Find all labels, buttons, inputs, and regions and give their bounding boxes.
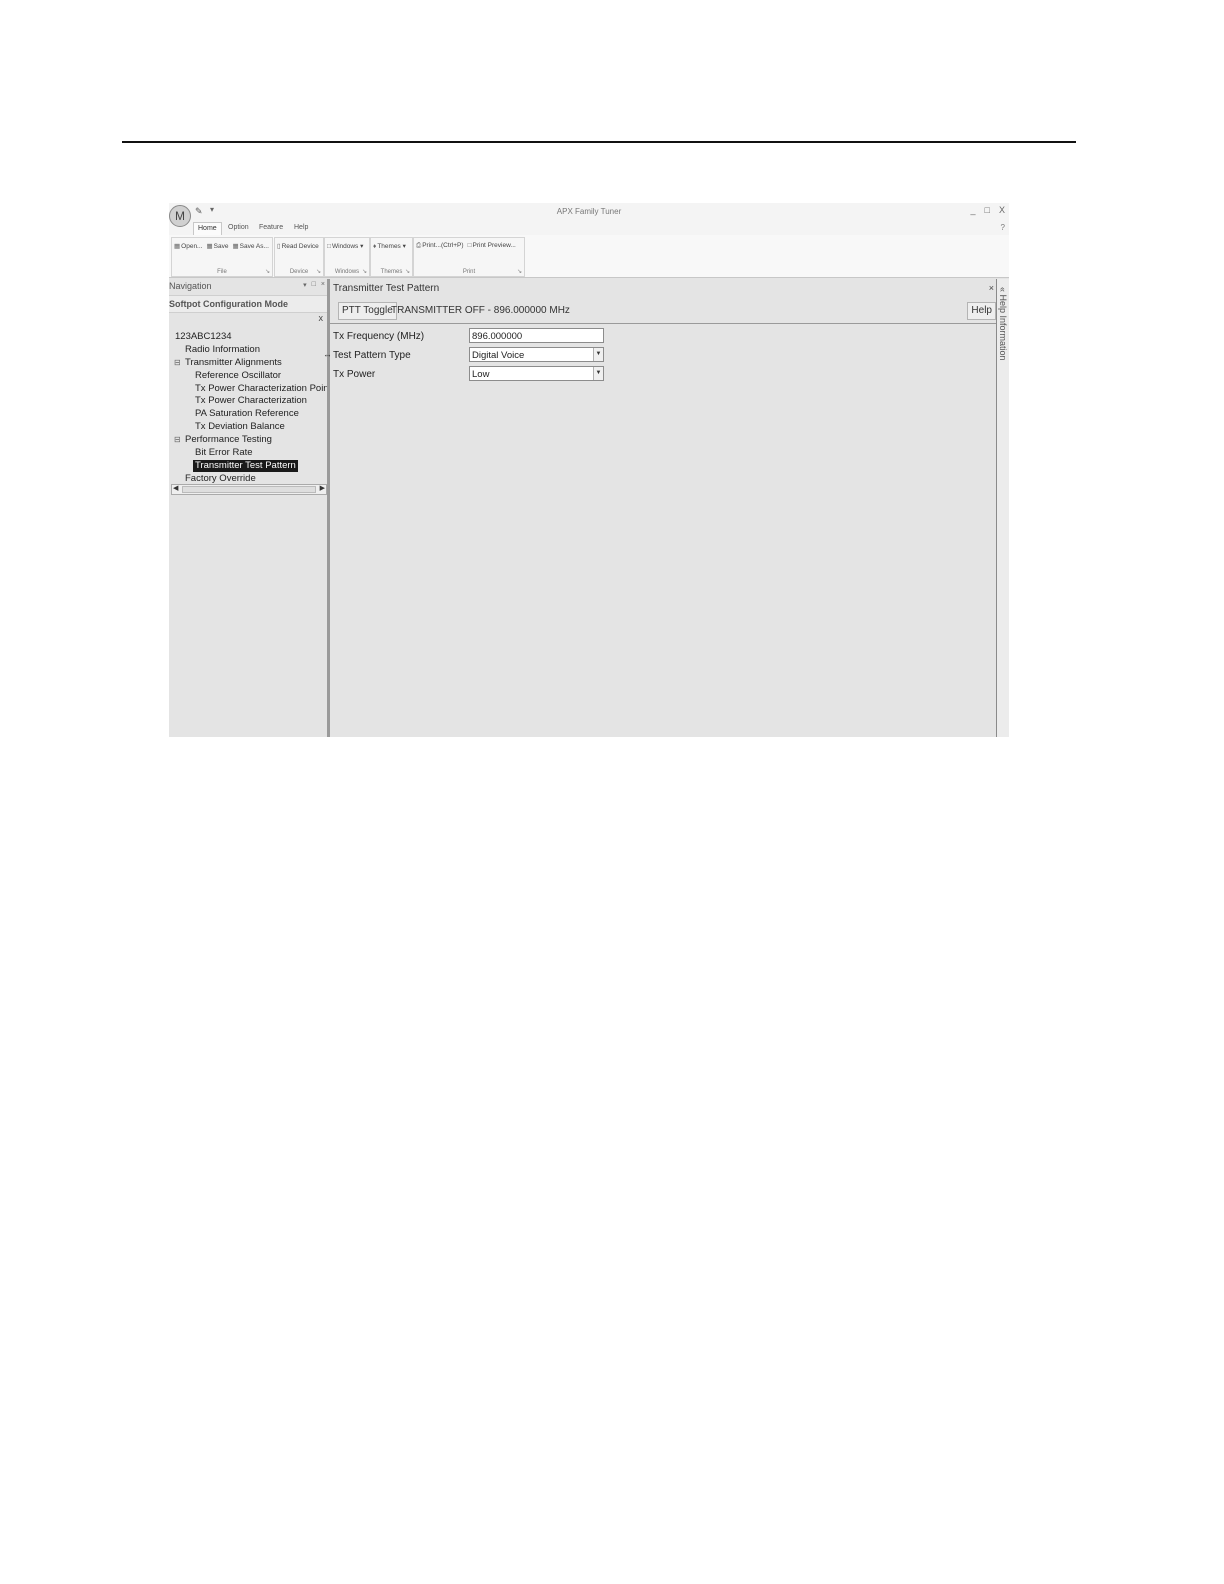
tx-power-label: Tx Power (333, 369, 376, 380)
dialog-launcher-icon[interactable]: ↘ (265, 268, 270, 275)
ribbon-tab-row: Home Option Feature Help ? (169, 221, 1009, 235)
dialog-launcher-icon[interactable]: ↘ (405, 268, 410, 275)
mode-bar: Softpot Configuration Mode (169, 295, 327, 313)
tree-node-performance-testing[interactable]: Performance Testing (185, 434, 272, 446)
page-header-rule (122, 141, 1076, 143)
test-pattern-type-select[interactable]: Digital Voice ▼ (469, 347, 604, 362)
windows-icon: □ (327, 243, 331, 250)
dialog-launcher-icon[interactable]: ↘ (517, 268, 522, 275)
read-device-icon: ▯ (277, 243, 281, 250)
motorola-logo-icon[interactable]: M (169, 205, 191, 227)
tx-frequency-input[interactable]: 896.000000 (469, 328, 604, 343)
print-preview-icon: □ (467, 242, 472, 249)
dropdown-arrow-icon[interactable]: ▼ (593, 367, 603, 380)
group-caption-file: File (217, 269, 227, 275)
pane-dropdown-icon[interactable]: ▾ (303, 281, 307, 289)
ribbon: ▦Open... ▦Save ▦Save As... File ↘ ▯Read … (169, 235, 1009, 278)
ptt-toggle-button[interactable]: PTT Toggle (338, 302, 397, 320)
test-pattern-type-value: Digital Voice (472, 350, 525, 361)
navigation-header: Navigation ▾ □ × (169, 281, 327, 293)
tab-option[interactable]: Option (224, 222, 253, 234)
tree-node-reference-oscillator[interactable]: Reference Oscillator (195, 370, 281, 382)
transmitter-status: TRANSMITTER OFF - 896.000000 MHz (391, 305, 570, 316)
save-icon: ▦ (206, 243, 213, 250)
scroll-thumb[interactable] (182, 486, 316, 493)
window-controls: _ □ X (971, 205, 1005, 215)
tx-frequency-label: Tx Frequency (MHz) (333, 331, 425, 342)
dropdown-arrow-icon[interactable]: ▼ (593, 348, 603, 361)
save-as-icon: ▦ (232, 243, 239, 250)
print-button[interactable]: ⎙Print...(Ctrl+P) (416, 242, 464, 250)
print-icon: ⎙ (416, 242, 422, 249)
ribbon-group-file: ▦Open... ▦Save ▦Save As... File ↘ (171, 237, 273, 277)
tab-home[interactable]: Home (193, 222, 222, 235)
help-button[interactable]: Help (967, 302, 996, 320)
group-caption-print: Print (462, 269, 476, 275)
themes-icon: ♦ (373, 243, 377, 250)
read-device-button[interactable]: ▯Read Device (277, 242, 319, 250)
maximize-button[interactable]: □ (985, 205, 990, 215)
tree-node-tx-power-char[interactable]: Tx Power Characterization (195, 395, 307, 407)
collapse-icon[interactable]: ⊟ (174, 357, 181, 369)
test-toolbar: PTT Toggle TRANSMITTER OFF - 896.000000 … (330, 299, 996, 324)
pin-icon[interactable]: □ (312, 281, 316, 289)
dialog-launcher-icon[interactable]: ↘ (316, 268, 321, 275)
ribbon-group-windows: □Windows ▾ Windows ↘ (324, 237, 370, 277)
pane-close-icon[interactable]: × (321, 281, 325, 289)
tree-node-pa-saturation[interactable]: PA Saturation Reference (195, 408, 299, 420)
tab-feature[interactable]: Feature (255, 222, 287, 234)
tree-node-radio-information[interactable]: Radio Information (185, 344, 260, 356)
tree-node-tx-deviation[interactable]: Tx Deviation Balance (195, 421, 285, 433)
document-close-icon[interactable]: × (989, 283, 994, 293)
windows-button[interactable]: □Windows ▾ (327, 242, 363, 250)
mode-label: Softpot Configuration Mode (169, 299, 288, 309)
save-button[interactable]: ▦Save (206, 242, 228, 250)
minimize-button[interactable]: _ (971, 205, 976, 215)
tree-node-bit-error-rate[interactable]: Bit Error Rate (195, 447, 253, 459)
tree-close-icon[interactable]: x (319, 313, 324, 323)
save-as-button[interactable]: ▦Save As... (232, 242, 268, 250)
scroll-left-icon[interactable]: ◀ (173, 484, 178, 492)
tree-node-transmitter-test-pattern[interactable]: Transmitter Test Pattern (193, 460, 298, 472)
tree-node-root[interactable]: 123ABC1234 (175, 331, 232, 343)
content-pane: Transmitter Test Pattern × PTT Toggle TR… (330, 279, 996, 737)
document-title: Transmitter Test Pattern (333, 283, 440, 294)
navigation-title: Navigation (169, 281, 212, 291)
scroll-right-icon[interactable]: ▶ (320, 484, 325, 492)
dialog-launcher-icon[interactable]: ↘ (362, 268, 367, 275)
tree-node-transmitter-alignments[interactable]: Transmitter Alignments (185, 357, 282, 369)
print-preview-button[interactable]: □Print Preview... (468, 242, 516, 250)
tree-horizontal-scrollbar[interactable]: ◀ ▶ (171, 484, 327, 495)
help-question-icon[interactable]: ? (1001, 223, 1005, 232)
window-title: APX Family Tuner (556, 207, 622, 216)
themes-button[interactable]: ♦Themes ▾ (373, 242, 406, 250)
help-information-tab[interactable]: « Help Information (998, 287, 1008, 361)
ribbon-group-themes: ♦Themes ▾ Themes ↘ (370, 237, 413, 277)
app-window: ✎ ▾ APX Family Tuner _ □ X M Home Option… (169, 203, 1009, 737)
test-pattern-type-label: Test Pattern Type (333, 350, 411, 361)
open-icon: ▦ (174, 243, 181, 250)
title-bar: ✎ ▾ APX Family Tuner _ □ X (169, 203, 1009, 221)
ribbon-group-print: ⎙Print...(Ctrl+P) □Print Preview... Prin… (413, 237, 525, 277)
help-information-panel[interactable]: « Help Information (996, 279, 1009, 737)
tx-power-select[interactable]: Low ▼ (469, 366, 604, 381)
tree-node-tx-power-char-points[interactable]: Tx Power Characterization Points (195, 383, 336, 395)
close-button[interactable]: X (999, 205, 1005, 215)
tab-help[interactable]: Help (290, 222, 312, 234)
tx-power-value: Low (472, 369, 490, 380)
collapse-icon[interactable]: ⊟ (174, 434, 181, 446)
ribbon-group-device: ▯Read Device Device ↘ (274, 237, 324, 277)
navigation-pane: Navigation ▾ □ × Softpot Configuration M… (169, 279, 336, 737)
open-button[interactable]: ▦Open... (174, 242, 202, 250)
